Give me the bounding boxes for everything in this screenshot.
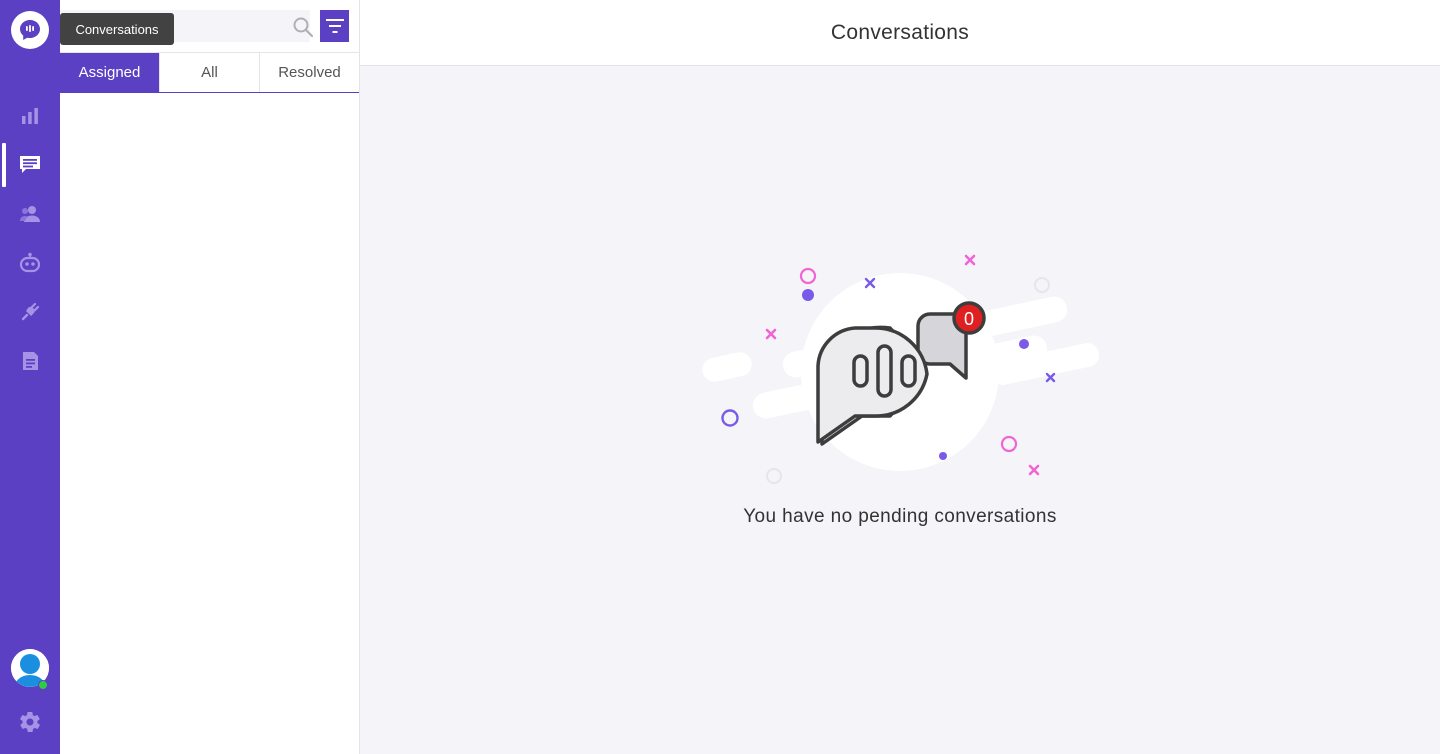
settings-button[interactable]	[18, 710, 42, 734]
plug-icon	[21, 302, 40, 321]
nav-rail	[0, 0, 60, 754]
conversation-tabs: Assigned All Resolved	[60, 53, 359, 93]
tab-all[interactable]: All	[160, 53, 260, 92]
chat-logo-icon	[20, 20, 40, 40]
filter-icon	[325, 19, 344, 33]
nav-knowledge-base[interactable]	[0, 339, 60, 383]
bot-icon	[19, 252, 41, 273]
page-title: Conversations	[360, 0, 1440, 66]
nav-conversations[interactable]	[0, 143, 60, 187]
filter-button[interactable]	[320, 10, 349, 42]
empty-state-illustration: 0	[702, 254, 1100, 484]
main-content: Conversations 0 You have no pending conv…	[360, 0, 1440, 754]
message-list-icon	[20, 156, 40, 173]
tab-assigned[interactable]: Assigned	[60, 53, 160, 92]
search-icon[interactable]	[292, 16, 314, 38]
notification-badge-count: 0	[964, 309, 974, 329]
nav-contacts[interactable]	[0, 192, 60, 236]
nav-bot[interactable]	[0, 241, 60, 285]
nav-tooltip: Conversations	[60, 13, 174, 45]
app-logo[interactable]	[11, 11, 49, 49]
gear-icon	[20, 712, 40, 732]
tab-resolved[interactable]: Resolved	[260, 53, 359, 92]
contacts-icon	[20, 206, 40, 222]
nav-integrations[interactable]	[0, 290, 60, 334]
empty-state-message: You have no pending conversations	[743, 506, 1057, 527]
presence-indicator	[38, 680, 48, 690]
bar-chart-icon	[22, 108, 38, 124]
conversation-list-panel: Assigned All Resolved	[60, 0, 360, 754]
nav-reports[interactable]	[0, 94, 60, 138]
document-icon	[23, 352, 38, 370]
